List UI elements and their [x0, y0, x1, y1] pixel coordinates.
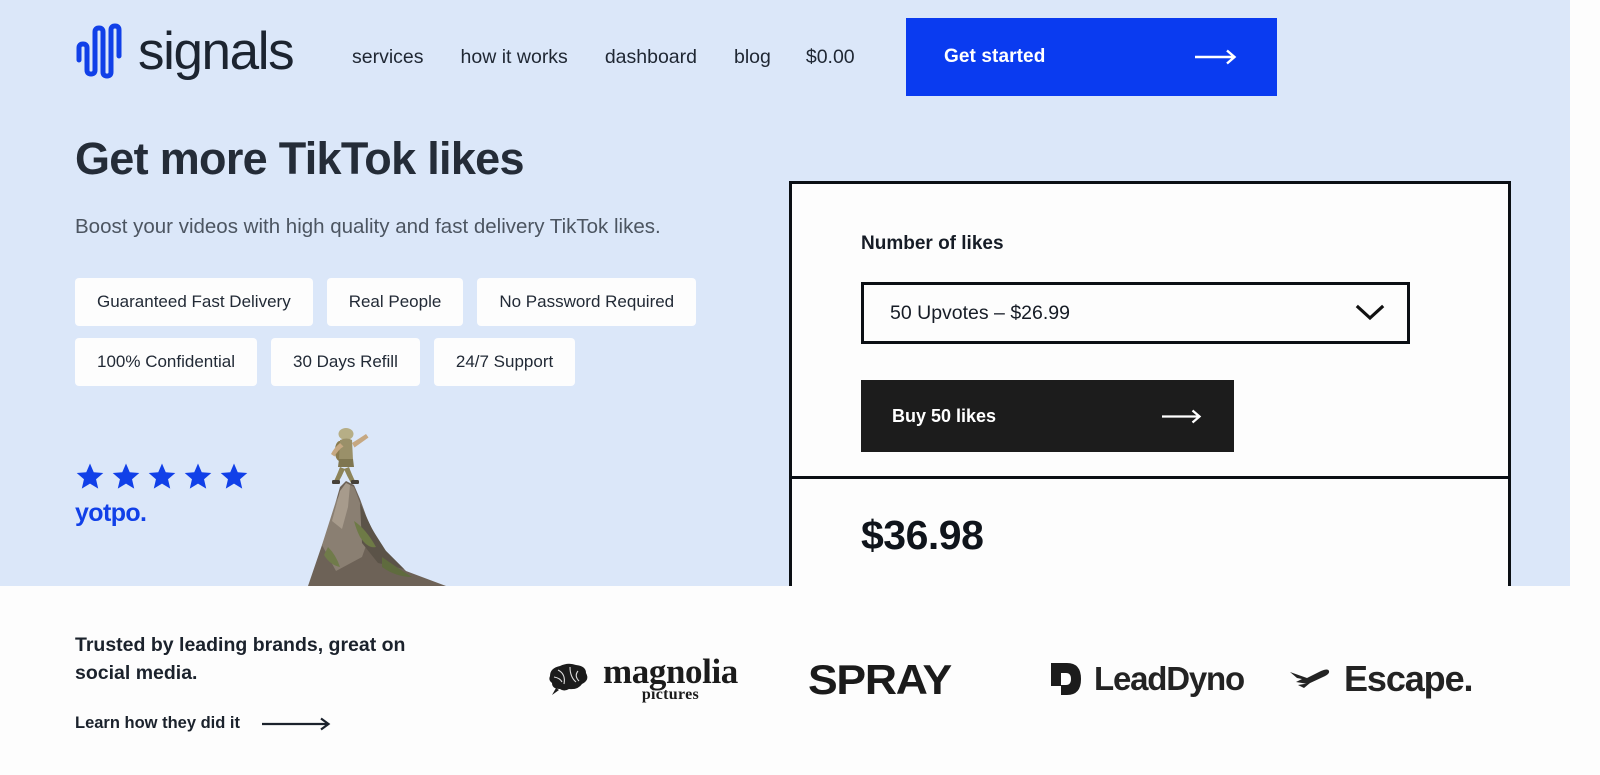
star-rating [75, 462, 249, 491]
get-started-label: Get started [944, 46, 1046, 67]
total-price: $36.98 [861, 512, 984, 558]
nav-item-how-it-works[interactable]: how it works [461, 44, 568, 70]
rating-widget: yotpo. [75, 462, 249, 528]
site-header: signals services how it works dashboard … [0, 0, 1570, 112]
page-title: Get more TikTok likes [75, 133, 525, 184]
leaddyno-wordmark: LeadDyno [1094, 660, 1245, 697]
airplane-icon [1290, 669, 1330, 688]
feature-badge: 30 Days Refill [270, 338, 420, 386]
hero-image [236, 425, 546, 586]
star-icon [76, 463, 104, 489]
get-started-button[interactable]: Get started [906, 18, 1277, 96]
climber-on-mountain-peak-illustration [308, 428, 446, 586]
chevron-down-icon [1355, 304, 1385, 321]
brand-logo-magnolia: magnolia pictures [546, 654, 738, 703]
brand-logo-spray: SPRAY [808, 656, 952, 704]
feature-badge: 100% Confidential [75, 338, 257, 386]
brand-logo-leaddyno: LeadDyno [1050, 660, 1245, 698]
yotpo-label: yotpo. [75, 499, 147, 527]
trusted-brands-section: Trusted by leading brands, great on soci… [0, 586, 1600, 775]
feature-badge: No Password Required [477, 278, 697, 326]
main-nav: services how it works dashboard blog $0.… [352, 44, 855, 70]
likes-quantity-value: 50 Upvotes – $26.99 [890, 301, 1070, 324]
learn-how-label: Learn how they did it [75, 714, 241, 732]
feature-badge-list: Guaranteed Fast Delivery Real People No … [75, 278, 735, 386]
number-of-likes-label: Number of likes [861, 233, 1004, 254]
magnolia-subtext: pictures [641, 686, 700, 703]
buy-likes-button[interactable]: Buy 50 likes [861, 380, 1234, 452]
likes-quantity-select[interactable]: 50 Upvotes – $26.99 [861, 282, 1410, 344]
nav-item-dashboard[interactable]: dashboard [605, 44, 697, 70]
magnolia-wordmark: magnolia pictures [603, 654, 738, 703]
learn-how-link[interactable]: Learn how they did it [75, 714, 334, 733]
order-card: Number of likes 50 Upvotes – $26.99 Buy … [789, 181, 1511, 623]
feature-badge: Guaranteed Fast Delivery [75, 278, 313, 326]
brand-logo-list: magnolia pictures SPRAY LeadDyno Escape. [540, 648, 1550, 708]
arrow-right-icon [262, 717, 331, 730]
logo[interactable]: signals [75, 21, 295, 81]
nav-item-blog[interactable]: blog [734, 44, 771, 70]
star-icon [112, 463, 140, 489]
ld-monogram-icon [1051, 663, 1081, 695]
buy-likes-label: Buy 50 likes [892, 405, 997, 426]
nav-item-cart-total[interactable]: $0.00 [806, 44, 855, 70]
escape-wordmark: Escape. [1344, 658, 1473, 699]
feature-badge: 24/7 Support [433, 338, 576, 386]
arrow-right-icon [1195, 49, 1237, 65]
logo-text: signals [138, 21, 295, 81]
page-subtitle: Boost your videos with high quality and … [75, 215, 661, 238]
brand-logo-escape: Escape. [1288, 658, 1473, 700]
feature-badge: Real People [326, 278, 464, 326]
star-icon [148, 463, 176, 489]
climber-figure [331, 428, 369, 484]
waveform-icon [76, 23, 122, 79]
nav-item-services[interactable]: services [352, 44, 424, 70]
magnolia-name: magnolia [603, 652, 738, 691]
order-card-top: Number of likes 50 Upvotes – $26.99 Buy … [792, 184, 1508, 479]
star-icon [184, 463, 212, 489]
page-root: signals services how it works dashboard … [0, 0, 1600, 775]
spray-wordmark: SPRAY [808, 656, 952, 703]
brain-icon [549, 663, 588, 695]
trusted-brands-heading: Trusted by leading brands, great on soci… [75, 634, 406, 684]
arrow-right-icon [1162, 409, 1202, 423]
